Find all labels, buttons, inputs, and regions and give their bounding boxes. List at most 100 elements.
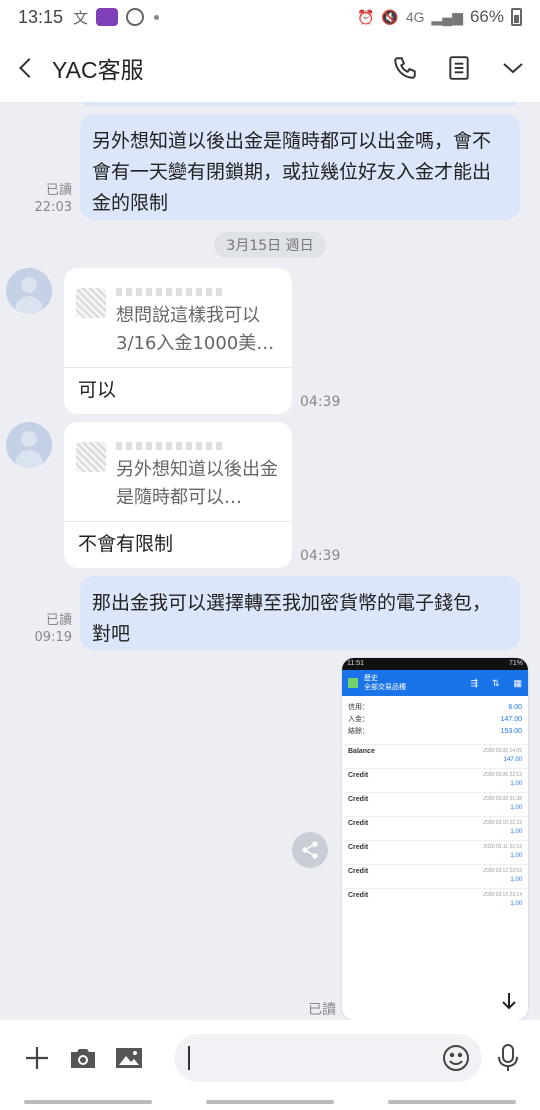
line-notification-icon: [126, 8, 145, 26]
image-entry-date: 2020.03.09 21:38: [483, 796, 522, 802]
avatar[interactable]: [6, 268, 52, 314]
message-time: 09:19: [34, 630, 72, 645]
image-summary-row: 信用： 6.00: [342, 702, 528, 714]
mute-icon: 🔇: [381, 8, 399, 25]
image-entries: Balance 2020.03.05 14:05 147.00 Credit 2020.…: [342, 744, 528, 912]
emoji-button[interactable]: [438, 1040, 474, 1076]
network-type-icon: 4G: [405, 9, 425, 25]
quoted-sender-name: [116, 288, 226, 296]
date-divider: 3月15日 週日: [214, 232, 326, 258]
voice-button[interactable]: [488, 1034, 528, 1082]
image-summary-label: 入金：: [348, 716, 369, 723]
reply-message[interactable]: 想問說這樣我可以3/16入金1000美… 可以: [64, 268, 292, 414]
image-summary-value: 147.00: [500, 716, 522, 723]
image-summary-label: 結餘：: [348, 728, 369, 735]
status-bar: 13:15 文 ⏰ 🔇 4G ▂▄▆ 66%: [0, 0, 540, 34]
plus-icon: [26, 1047, 48, 1069]
camera-button[interactable]: [60, 1035, 106, 1081]
previous-message-bubble[interactable]: [80, 102, 520, 106]
quoted-avatar: [76, 442, 106, 472]
image-status-bar: 11:51 71%: [342, 658, 528, 670]
image-entry-row: Credit 2020.03.06 22:13 1.00: [342, 768, 528, 792]
read-receipt: 已讀: [308, 1002, 336, 1018]
scroll-down-button[interactable]: [494, 986, 524, 1016]
menu-toggle-button[interactable]: [486, 34, 540, 102]
image-message[interactable]: 11:51 71% 歷史 全部交易品種 ⇶ ⇅ ▦ 信用： 6.00 入金： 147.00 結餘…: [342, 658, 528, 1020]
call-button[interactable]: [378, 34, 432, 102]
image-icon: [116, 1048, 142, 1068]
message-bubble[interactable]: 另外想知道以後出金是隨時都可以出金嗎，會不會有一天變有閉鎖期，或拉幾位好友入金才…: [80, 114, 520, 220]
back-chevron-icon: [19, 58, 39, 78]
message-text: 另外想知道以後出金是隨時都可以出金嗎，會不會有一天變有閉鎖期，或拉幾位好友入金才…: [92, 130, 492, 214]
back-button[interactable]: [0, 34, 52, 102]
image-entry-row: Credit 2020.03.12 22:03 1.00: [342, 864, 528, 888]
image-entry-amount: 147.00: [503, 757, 522, 763]
image-entry-date: 2020.03.13 23:14: [483, 892, 522, 898]
message-time: 22:03: [34, 200, 72, 215]
quoted-text: 另外想知道以後出金是隨時都可以…: [116, 459, 278, 508]
image-entry-amount: 1.00: [510, 877, 522, 883]
chat-header: YAC客服: [0, 34, 540, 102]
image-summary-value: 153.00: [500, 728, 522, 735]
battery-percent: 66%: [469, 7, 504, 26]
system-nav-bar: [0, 1096, 540, 1110]
status-right: ⏰ 🔇 4G ▂▄▆ 66%: [357, 7, 522, 27]
chevron-down-icon: [503, 63, 523, 74]
quoted-sender-name: [116, 442, 226, 450]
image-entry-row: Credit 2020.03.10 22:22 1.00: [342, 816, 528, 840]
signal-icon: ▂▄▆: [431, 8, 463, 25]
image-entry-amount: 1.00: [510, 901, 522, 907]
reply-message[interactable]: 另外想知道以後出金是隨時都可以… 不會有限制: [64, 422, 292, 568]
message-bubble[interactable]: 那出金我可以選擇轉至我加密貨幣的電子錢包，對吧: [80, 576, 520, 650]
chat-title: YAC客服: [52, 57, 144, 83]
message-text: 那出金我可以選擇轉至我加密貨幣的電子錢包，對吧: [92, 592, 492, 645]
image-entry-date: 2020.03.12 22:03: [483, 868, 522, 874]
image-entry-date: 2020.03.06 22:13: [483, 772, 522, 778]
notes-button[interactable]: [432, 34, 486, 102]
image-summary-label: 信用：: [348, 704, 369, 711]
image-entry-amount: 1.00: [510, 853, 522, 859]
more-notifications-icon: [154, 14, 160, 20]
arrow-down-icon: [502, 993, 516, 1010]
share-icon: [302, 841, 318, 859]
image-entry-row: Credit 2020.03.11 21:52 1.00: [342, 840, 528, 864]
message-input[interactable]: [174, 1034, 482, 1082]
image-entry-row: Credit 2020.03.13 23:14 1.00: [342, 888, 528, 912]
input-bar: [0, 1020, 540, 1096]
image-entry-row: Credit 2020.03.09 21:38 1.00: [342, 792, 528, 816]
reply-text: 可以: [78, 379, 117, 401]
share-button[interactable]: [292, 832, 328, 868]
battery-icon: [511, 8, 522, 26]
image-entry-amount: 1.00: [510, 805, 522, 811]
emoji-icon: [443, 1045, 469, 1071]
nav-recents[interactable]: [24, 1100, 152, 1104]
nav-home[interactable]: [206, 1100, 334, 1104]
quoted-message[interactable]: 另外想知道以後出金是隨時都可以…: [64, 422, 292, 522]
gallery-button[interactable]: [106, 1035, 152, 1081]
quoted-avatar: [76, 288, 106, 318]
image-entry-row: Balance 2020.03.05 14:05 147.00: [342, 744, 528, 768]
image-entry-amount: 1.00: [510, 781, 522, 787]
image-entry-date: 2020.03.11 21:52: [483, 844, 522, 850]
app-notification-icon: [96, 8, 119, 26]
quoted-text: 想問說這樣我可以3/16入金1000美…: [116, 305, 275, 354]
avatar[interactable]: [6, 422, 52, 468]
image-app-bar: 歷史 全部交易品種 ⇶ ⇅ ▦: [342, 670, 528, 696]
image-summary-row: 結餘： 153.00: [342, 726, 528, 738]
nav-back[interactable]: [388, 1100, 516, 1104]
status-time: 13:15: [18, 6, 64, 27]
read-receipt: 已讀: [45, 613, 72, 628]
quoted-message[interactable]: 想問說這樣我可以3/16入金1000美…: [64, 268, 292, 368]
read-receipt: 已讀: [45, 183, 72, 198]
reply-text: 不會有限制: [78, 533, 174, 555]
image-summary-row: 入金： 147.00: [342, 714, 528, 726]
notes-icon: [449, 56, 469, 80]
image-entry-date: 2020.03.10 22:22: [483, 820, 522, 826]
message-meta: 已讀 09:19: [30, 612, 72, 646]
add-button[interactable]: [14, 1035, 60, 1081]
image-entry-date: 2020.03.05 14:05: [483, 748, 522, 754]
message-time: 04:39: [300, 394, 341, 410]
camera-icon: [71, 1049, 95, 1068]
phone-icon: [394, 57, 416, 79]
chat-area[interactable]: 另外想知道以後出金是隨時都可以出金嗎，會不會有一天變有閉鎖期，或拉幾位好友入金才…: [0, 102, 540, 1020]
